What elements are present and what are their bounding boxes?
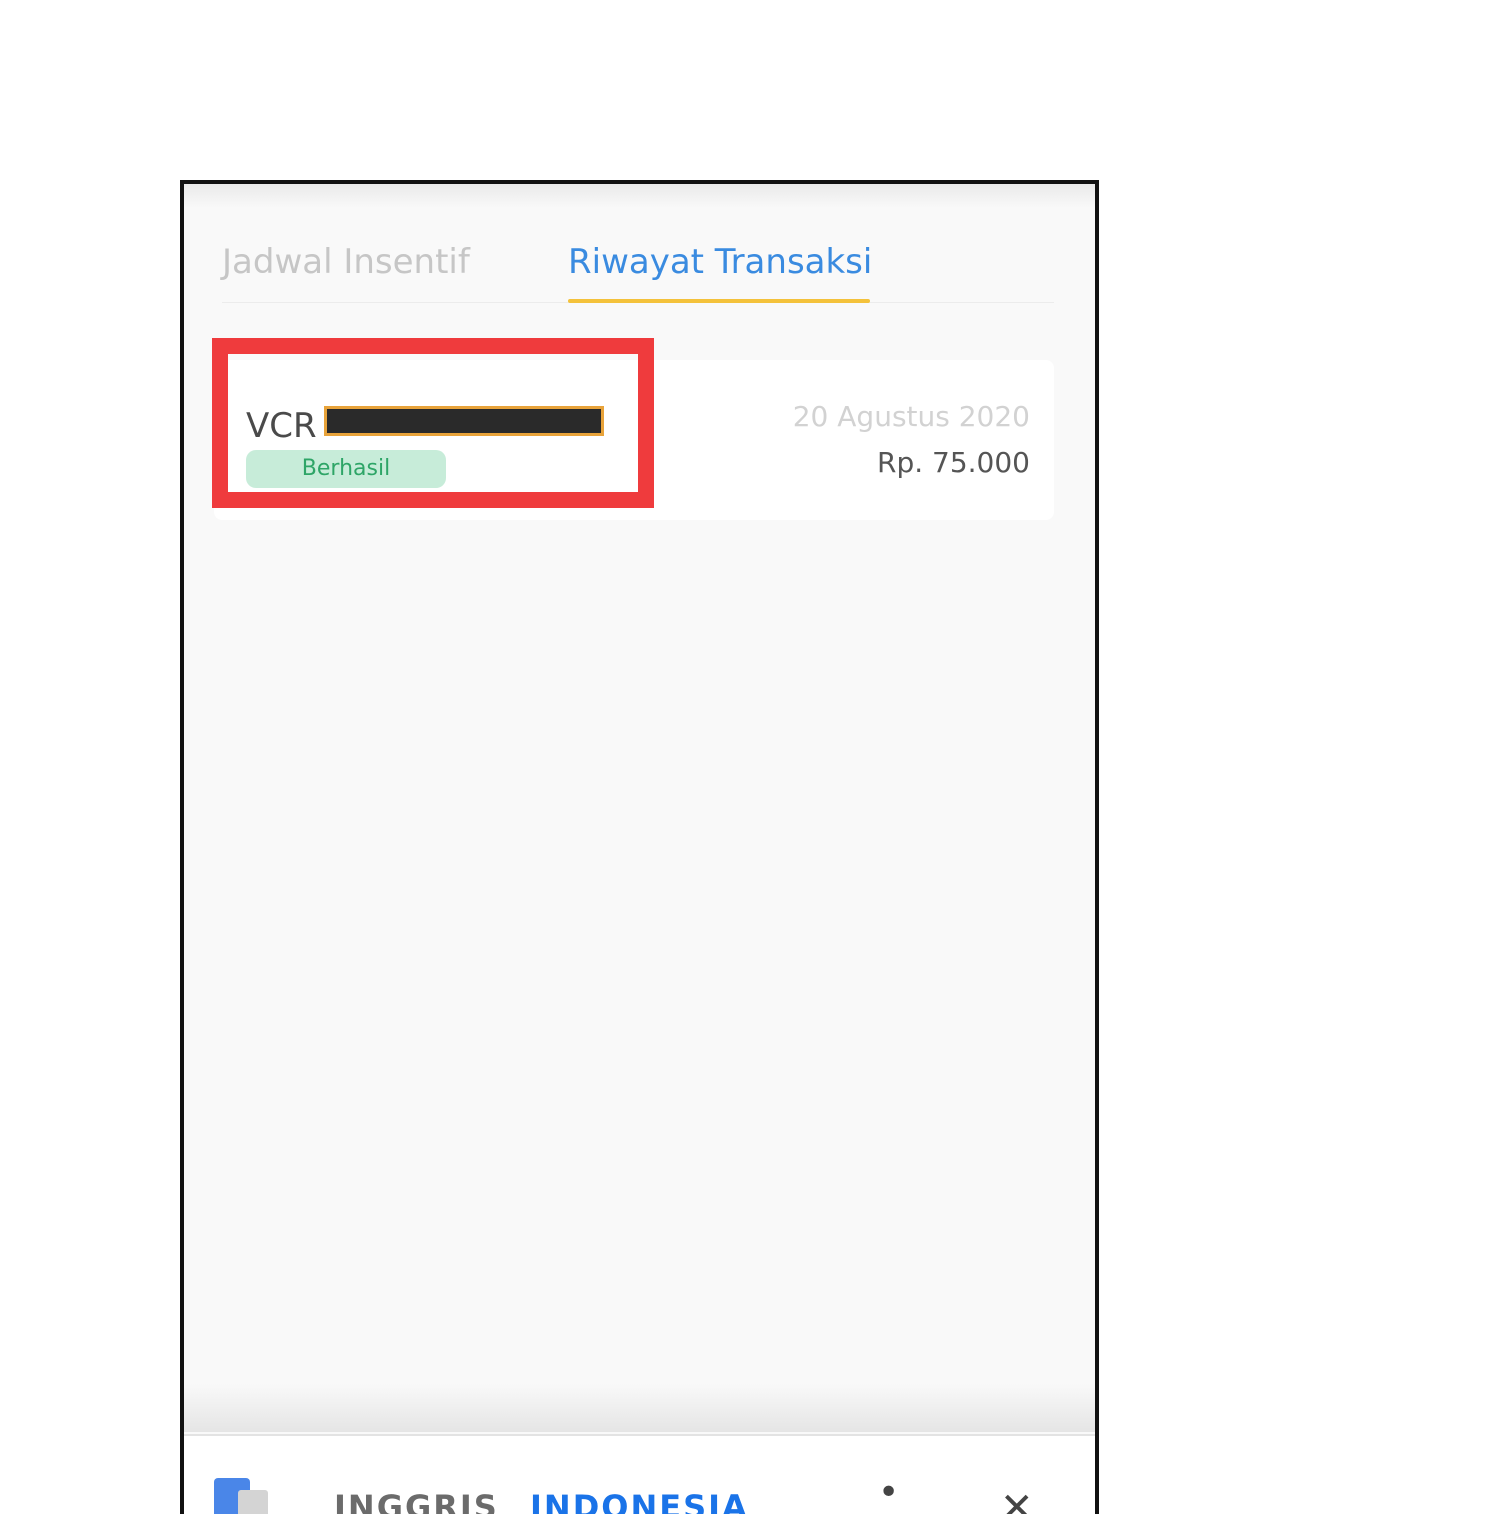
phone-screen: Jadwal Insentif Riwayat Transaksi VCR Be… — [180, 180, 1099, 1514]
more-vert-icon[interactable]: • — [878, 1475, 899, 1514]
target-language-tab[interactable]: INDONESIA — [530, 1488, 749, 1514]
source-language-tab[interactable]: INGGRIS — [334, 1488, 499, 1514]
close-icon[interactable]: ✕ — [1000, 1488, 1034, 1514]
google-translate-icon[interactable] — [214, 1478, 268, 1514]
tab-bar: Jadwal Insentif Riwayat Transaksi — [222, 242, 1054, 303]
transaction-date: 20 Agustus 2020 — [792, 400, 1030, 433]
tab-riwayat-transaksi[interactable]: Riwayat Transaksi — [568, 242, 872, 282]
translate-bar: INGGRIS INDONESIA • ✕ — [184, 1434, 1095, 1514]
tab-jadwal-insentif[interactable]: Jadwal Insentif — [222, 242, 470, 282]
status-shadow — [184, 184, 1095, 208]
highlight-annotation-box — [212, 338, 654, 508]
transaction-amount: Rp. 75.000 — [876, 446, 1030, 479]
active-tab-indicator — [568, 299, 870, 303]
bottom-nav-shadow — [184, 1384, 1095, 1432]
